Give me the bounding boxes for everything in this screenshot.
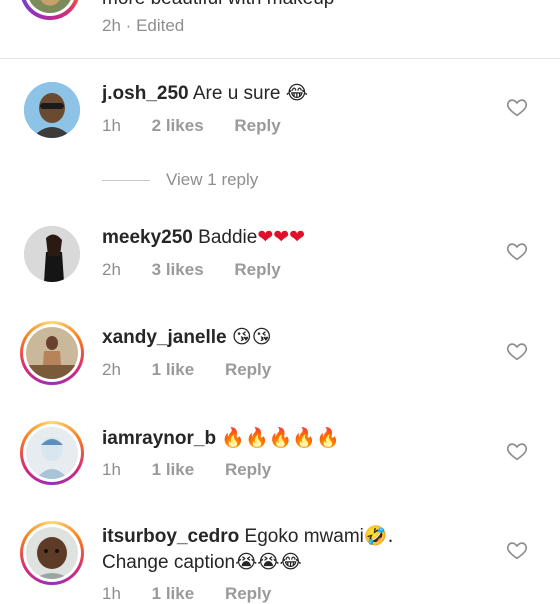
reply-button[interactable]: Reply <box>225 360 271 379</box>
heart-outline-icon[interactable] <box>506 240 528 262</box>
comment-text: Change caption <box>102 552 236 573</box>
emoji: 🤣. <box>363 525 394 547</box>
comment-time: 1h <box>102 116 121 135</box>
reply-button[interactable]: Reply <box>225 460 271 479</box>
emoji: 😭😭😂 <box>235 551 302 573</box>
likes-count[interactable]: 1 like <box>152 360 195 379</box>
previous-comment: more beautiful with makeup 2h · Edited <box>0 0 560 58</box>
comment-line-2: Change caption😭😭😂 <box>102 551 302 574</box>
comment-meta: 1h 2 likes Reply <box>102 116 307 136</box>
avatar-story-ring[interactable] <box>20 0 80 20</box>
likes-count[interactable]: 2 likes <box>152 116 204 135</box>
comment-text: Baddie <box>198 227 258 248</box>
comment-line: xandy_janelle 😘😘 <box>102 326 272 349</box>
comment-line: meeky250 Baddie❤❤❤ <box>102 226 305 249</box>
emoji: 🔥🔥🔥🔥🔥 <box>221 427 340 449</box>
comment-username[interactable]: j.osh_250 <box>102 83 189 104</box>
heart-outline-icon[interactable] <box>506 440 528 462</box>
reply-button[interactable]: Reply <box>225 584 271 603</box>
avatar-story-ring[interactable] <box>20 421 84 485</box>
comment-meta: 2h · Edited <box>102 16 184 36</box>
avatar[interactable] <box>24 226 80 282</box>
heart-outline-icon[interactable] <box>506 96 528 118</box>
comment-line: j.osh_250 Are u sure 😂 <box>102 82 308 105</box>
comment-line: iamraynor_b 🔥🔥🔥🔥🔥 <box>102 426 340 450</box>
comment-username[interactable]: meeky250 <box>102 227 193 248</box>
avatar <box>26 527 78 579</box>
likes-count[interactable]: 1 like <box>152 584 195 603</box>
comment-username[interactable]: xandy_janelle <box>102 327 227 348</box>
comment-username[interactable]: iamraynor_b <box>102 428 216 449</box>
comment-text: Egoko mwami <box>244 526 364 547</box>
comment-text: Are u sure <box>192 83 281 104</box>
heart-outline-icon[interactable] <box>506 340 528 362</box>
emoji: ❤❤❤ <box>257 226 306 248</box>
reply-button[interactable]: Reply <box>234 260 280 279</box>
likes-count[interactable]: 1 like <box>152 460 195 479</box>
avatar-story-ring[interactable] <box>20 321 84 385</box>
comment-username[interactable]: itsurboy_cedro <box>102 526 239 547</box>
avatar <box>27 0 73 13</box>
comment-line: itsurboy_cedro Egoko mwami🤣. <box>102 524 394 548</box>
emoji: 😂 <box>285 82 308 104</box>
comment-text: more beautiful with makeup <box>102 0 334 10</box>
comment-time: 1h <box>102 460 121 479</box>
separator: · <box>125 16 132 35</box>
comment-meta: 2h 1 like Reply <box>102 360 297 380</box>
avatar <box>26 427 78 479</box>
likes-count[interactable]: 3 likes <box>152 260 204 279</box>
comment-time: 2h <box>102 260 121 279</box>
heart-outline-icon[interactable] <box>506 539 528 561</box>
comment-time: 2h <box>102 360 121 379</box>
comment-time: 1h <box>102 584 121 603</box>
comment-meta: 1h 1 like Reply <box>102 584 297 604</box>
comment-meta: 2h 3 likes Reply <box>102 260 307 280</box>
view-replies-label: View 1 reply <box>166 170 259 189</box>
reply-button[interactable]: Reply <box>234 116 280 135</box>
emoji: 😘😘 <box>231 326 272 348</box>
avatar-story-ring[interactable] <box>20 521 84 585</box>
comment-meta: 1h 1 like Reply <box>102 460 297 480</box>
avatar <box>26 327 78 379</box>
view-replies-link[interactable]: View 1 reply <box>102 170 258 190</box>
edited-label: Edited <box>136 16 185 35</box>
avatar[interactable] <box>24 82 80 138</box>
replies-rule <box>102 179 150 181</box>
comment-time: 2h <box>102 16 121 35</box>
divider <box>0 58 560 59</box>
